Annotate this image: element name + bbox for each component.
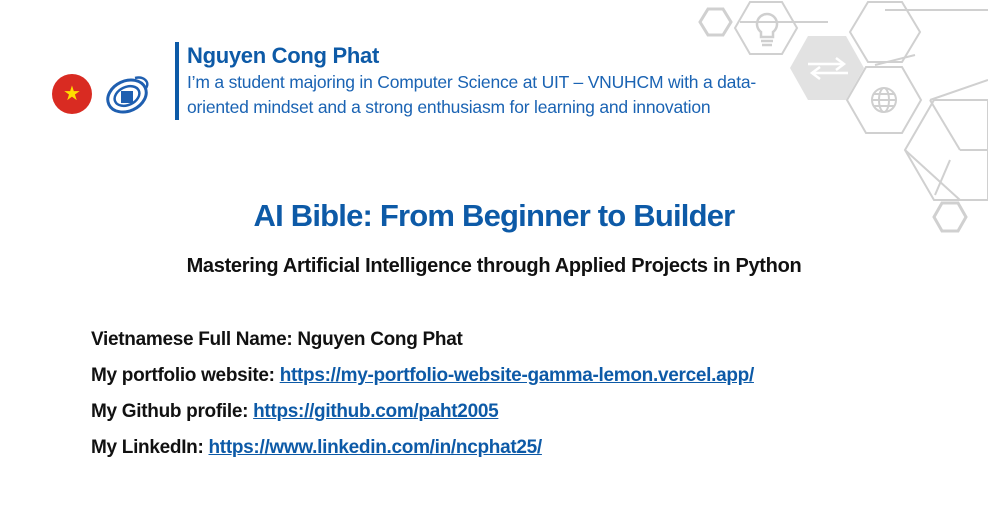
book-title: AI Bible: From Beginner to Builder — [253, 198, 736, 233]
github-label: My Github profile: — [91, 401, 254, 422]
book-subtitle: Mastering Artificial Intelligence throug… — [186, 255, 802, 277]
github-row: My Github profile: https://github.com/pa… — [91, 398, 754, 434]
author-block: Nguyen Cong Phat I’m a student majoring … — [175, 42, 787, 120]
linkedin-row: My LinkedIn: https://www.linkedin.com/in… — [91, 434, 754, 470]
github-link[interactable]: https://github.com/paht2005 — [253, 401, 499, 422]
full-name-row: Vietnamese Full Name: Nguyen Cong Phat — [91, 329, 463, 350]
author-name: Nguyen Cong Phat — [187, 43, 379, 68]
portfolio-row: My portfolio website: https://my-portfol… — [91, 362, 754, 398]
globe-icon — [871, 87, 897, 113]
portfolio-label: My portfolio website: — [91, 365, 280, 386]
linkedin-label: My LinkedIn: — [91, 437, 209, 458]
flag-star-icon: ★ — [63, 83, 81, 105]
author-bio: I’m a student majoring in Computer Scien… — [187, 72, 757, 117]
arrows-exchange-icon — [808, 57, 848, 80]
author-info: Vietnamese Full Name: Nguyen Cong Phat M… — [91, 326, 754, 470]
linkedin-link[interactable]: https://www.linkedin.com/in/ncphat25/ — [209, 437, 543, 458]
logos: ★ — [52, 72, 152, 116]
portfolio-link[interactable]: https://my-portfolio-website-gamma-lemon… — [280, 365, 755, 386]
vietnam-flag-icon: ★ — [52, 74, 92, 114]
university-logo-icon — [106, 76, 149, 114]
